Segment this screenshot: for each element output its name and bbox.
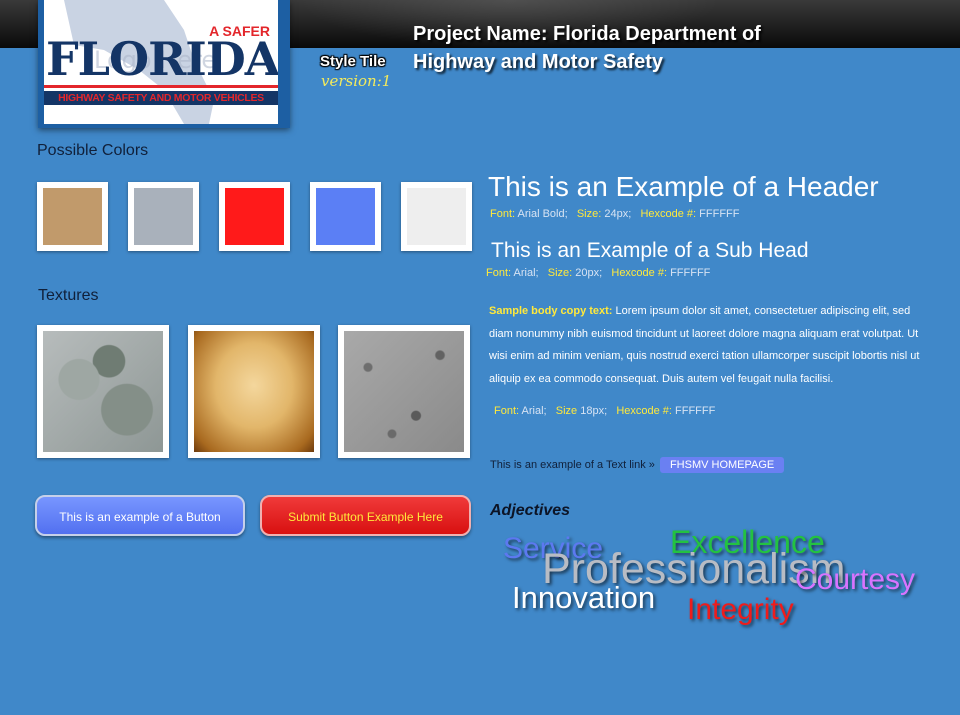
color-swatch	[128, 182, 199, 251]
spec-key: Hexcode #:	[640, 208, 697, 220]
spec-key: Size:	[547, 267, 573, 279]
textures-section-title: Textures	[38, 287, 99, 304]
example-subhead: This is an Example of a Sub Head	[491, 239, 809, 262]
spec-value: FFFFFF	[667, 267, 711, 279]
version-label: version:1	[321, 72, 392, 90]
body-spec: Font: Arial; Size 18px; Hexcode #: FFFFF…	[494, 405, 715, 417]
colors-section-title: Possible Colors	[37, 142, 149, 159]
spec-key: Font:	[490, 208, 516, 220]
style-tile-label: Style Tile	[320, 53, 386, 70]
submit-button[interactable]: Submit Button Example Here	[260, 495, 471, 536]
color-swatch	[37, 182, 108, 251]
header-spec: Font: Arial Bold; Size: 24px; Hexcode #:…	[490, 208, 739, 220]
stone-texture	[338, 325, 470, 458]
text-link-example: This is an example of a Text link » FHSM…	[490, 457, 785, 473]
adjectives-title: Adjectives	[490, 502, 571, 519]
swatch-fill	[407, 188, 466, 245]
spec-key: Size:	[576, 208, 602, 220]
example-button[interactable]: This is an example of a Button	[35, 495, 245, 536]
spec-value: 24px;	[601, 208, 632, 220]
swatch-fill	[43, 188, 102, 245]
spec-value: Arial;	[511, 267, 539, 279]
spec-key: Hexcode #:	[611, 267, 668, 279]
color-swatch	[310, 182, 381, 251]
spec-value: FFFFFF	[671, 405, 716, 417]
spec-value: 18px;	[577, 405, 608, 417]
adjective-integrity: Integrity	[687, 593, 794, 626]
text-link-prefix: This is an example of a Text link »	[490, 459, 655, 471]
spec-value: FFFFFF	[696, 208, 740, 220]
spec-value: 20px;	[572, 267, 603, 279]
spec-key: Font:	[494, 405, 520, 417]
example-header: This is an Example of a Header	[488, 171, 879, 202]
body-copy-label: Sample body copy text:	[489, 305, 613, 317]
camouflage-texture	[37, 325, 169, 458]
spec-key: Size	[555, 405, 578, 417]
subhead-spec: Font: Arial; Size: 20px; Hexcode #: FFFF…	[486, 267, 710, 279]
body-copy: Sample body copy text: Lorem ipsum dolor…	[489, 300, 929, 390]
spec-key: Hexcode #:	[616, 405, 672, 417]
adjective-innovation: Innovation	[512, 580, 656, 615]
project-title: Project Name: Florida Department of High…	[413, 23, 761, 73]
color-swatch	[219, 182, 290, 251]
swatch-fill	[316, 188, 375, 245]
fhsmv-homepage-link[interactable]: FHSMV HOMEPAGE	[659, 457, 785, 473]
spec-key: Font:	[486, 267, 512, 279]
spec-value: Arial Bold;	[515, 208, 568, 220]
adjective-courtesy: Courtesy	[795, 563, 916, 596]
swatch-fill	[225, 188, 284, 245]
logo-state-name: FLORIDA	[46, 32, 278, 86]
spec-value: Arial;	[519, 405, 547, 417]
swatch-fill	[134, 188, 193, 245]
logo: Logo Here A SAFER FLORIDA HIGHWAY SAFETY…	[44, 0, 278, 124]
color-swatch	[401, 182, 472, 251]
logo-tagline-bottom: HIGHWAY SAFETY AND MOTOR VEHICLES	[58, 92, 264, 104]
parchment-texture	[188, 325, 320, 458]
